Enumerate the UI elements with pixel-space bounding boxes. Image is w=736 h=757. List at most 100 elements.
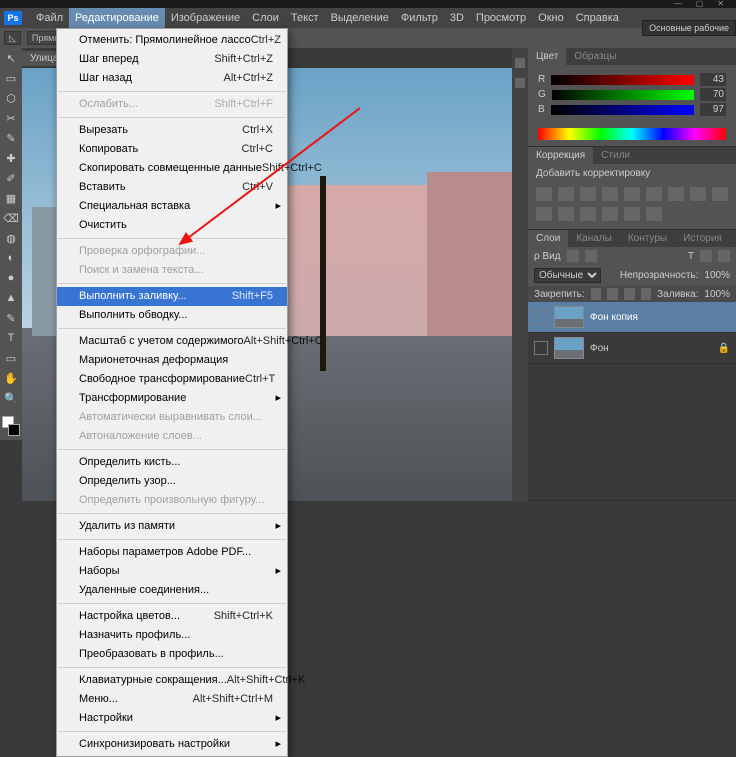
menu-файл[interactable]: Файл: [30, 8, 69, 28]
color-b-slider[interactable]: [551, 105, 694, 115]
tool-0[interactable]: ↖: [0, 48, 22, 68]
menuitem-выполнить-обводку-[interactable]: Выполнить обводку...: [57, 306, 287, 325]
lock-position-icon[interactable]: [624, 288, 635, 300]
tool-13[interactable]: ✎: [0, 308, 22, 328]
tool-17[interactable]: 🔍: [0, 388, 22, 408]
tab-history[interactable]: История: [675, 230, 730, 247]
menuitem-очистить[interactable]: Очистить: [57, 216, 287, 235]
adj-invert-icon[interactable]: [558, 207, 574, 221]
menu-текст[interactable]: Текст: [285, 8, 325, 28]
menuitem-синхронизировать-настройки[interactable]: Синхронизировать настройки: [57, 735, 287, 754]
color-r-value[interactable]: 43: [700, 73, 726, 86]
adj-vibrance-icon[interactable]: [624, 187, 640, 201]
filter-pixel-icon[interactable]: [567, 250, 579, 262]
menuitem-вставить[interactable]: ВставитьCtrl+V: [57, 178, 287, 197]
tool-14[interactable]: T: [0, 328, 22, 348]
menuitem-удаленные-соединения-[interactable]: Удаленные соединения...: [57, 581, 287, 600]
filter-adj-icon[interactable]: [585, 250, 597, 262]
menuitem-наборы[interactable]: Наборы: [57, 562, 287, 581]
layer-thumbnail[interactable]: [554, 306, 584, 328]
adj-photo-filter-icon[interactable]: [712, 187, 728, 201]
tab-adjustments[interactable]: Коррекция: [528, 147, 593, 164]
tab-styles[interactable]: Стили: [593, 147, 638, 164]
menuitem-отменить-прямолинейное-лассо[interactable]: Отменить: Прямолинейное лассоCtrl+Z: [57, 31, 287, 50]
adj-mixer-icon[interactable]: [690, 187, 706, 201]
menu-выделение[interactable]: Выделение: [325, 8, 395, 28]
menuitem-преобразовать-в-профиль-[interactable]: Преобразовать в профиль...: [57, 645, 287, 664]
tab-swatches[interactable]: Образцы: [566, 48, 624, 65]
layer-filter-label[interactable]: ρ Вид: [534, 251, 561, 262]
menuitem-шаг-вперед[interactable]: Шаг впередShift+Ctrl+Z: [57, 50, 287, 69]
menuitem-назначить-профиль-[interactable]: Назначить профиль...: [57, 626, 287, 645]
menu-фильтр[interactable]: Фильтр: [395, 8, 444, 28]
menuitem-настройка-цветов-[interactable]: Настройка цветов...Shift+Ctrl+K: [57, 607, 287, 626]
adj-hue-icon[interactable]: [646, 187, 662, 201]
adj-gradient-icon[interactable]: [624, 207, 640, 221]
fill-value[interactable]: 100%: [704, 289, 730, 300]
layer-visibility-icon[interactable]: [534, 341, 548, 355]
tab-channels[interactable]: Каналы: [568, 230, 620, 247]
blend-mode-select[interactable]: Обычные: [534, 268, 601, 283]
menu-3d[interactable]: 3D: [444, 8, 470, 28]
color-g-slider[interactable]: [552, 90, 694, 100]
tool-15[interactable]: ▭: [0, 348, 22, 368]
close-window-button[interactable]: ✕: [717, 0, 724, 8]
menuitem-специальная-вставка[interactable]: Специальная вставка: [57, 197, 287, 216]
menuitem-клавиатурные-сокращения-[interactable]: Клавиатурные сокращения...Alt+Shift+Ctrl…: [57, 671, 287, 690]
menuitem-марионеточная-деформация[interactable]: Марионеточная деформация: [57, 351, 287, 370]
menuitem-удалить-из-памяти[interactable]: Удалить из памяти: [57, 517, 287, 536]
tool-9[interactable]: ◍: [0, 228, 22, 248]
menuitem-свободное-трансформирование[interactable]: Свободное трансформированиеCtrl+T: [57, 370, 287, 389]
layer-row[interactable]: Фон🔒: [528, 333, 736, 364]
adj-threshold-icon[interactable]: [602, 207, 618, 221]
menu-окно[interactable]: Окно: [532, 8, 570, 28]
color-b-value[interactable]: 97: [700, 103, 726, 116]
adj-bw-icon[interactable]: [668, 187, 684, 201]
tool-7[interactable]: ▦: [0, 188, 22, 208]
workspace-switcher[interactable]: Основные рабочие: [642, 20, 736, 36]
menu-просмотр[interactable]: Просмотр: [470, 8, 532, 28]
menu-справка[interactable]: Справка: [570, 8, 625, 28]
hue-ramp[interactable]: [538, 128, 726, 140]
adj-curves-icon[interactable]: [580, 187, 596, 201]
background-swatch[interactable]: [8, 424, 20, 436]
layer-row[interactable]: Фон копия: [528, 302, 736, 333]
menuitem-шаг-назад[interactable]: Шаг назадAlt+Ctrl+Z: [57, 69, 287, 88]
menuitem-определить-кисть-[interactable]: Определить кисть...: [57, 453, 287, 472]
adj-exposure-icon[interactable]: [602, 187, 618, 201]
tool-preset-icon[interactable]: ◺: [4, 31, 21, 45]
collapsed-panel-strip[interactable]: [512, 48, 528, 501]
menuitem-наборы-параметров-adobe-pdf-[interactable]: Наборы параметров Adobe PDF...: [57, 543, 287, 562]
tab-color[interactable]: Цвет: [528, 48, 566, 65]
menuitem-определить-узор-[interactable]: Определить узор...: [57, 472, 287, 491]
menuitem-вырезать[interactable]: ВырезатьCtrl+X: [57, 121, 287, 140]
lock-pixels-icon[interactable]: [607, 288, 618, 300]
adj-levels-icon[interactable]: [558, 187, 574, 201]
filter-smart-icon[interactable]: [718, 250, 730, 262]
layer-thumbnail[interactable]: [554, 337, 584, 359]
menuitem-скопировать-совмещенные-данные[interactable]: Скопировать совмещенные данныеShift+Ctrl…: [57, 159, 287, 178]
adj-posterize-icon[interactable]: [580, 207, 596, 221]
menu-редактирование[interactable]: Редактирование: [69, 8, 165, 28]
menuitem-настройки[interactable]: Настройки: [57, 709, 287, 728]
tab-layers[interactable]: Слои: [528, 230, 568, 247]
lock-transparency-icon[interactable]: [591, 288, 602, 300]
menu-слои[interactable]: Слои: [246, 8, 285, 28]
menuitem-выполнить-заливку-[interactable]: Выполнить заливку...Shift+F5: [57, 287, 287, 306]
tool-12[interactable]: ▲: [0, 288, 22, 308]
tool-11[interactable]: ●: [0, 268, 22, 288]
menu-изображение[interactable]: Изображение: [165, 8, 246, 28]
tool-3[interactable]: ✂: [0, 108, 22, 128]
adj-selective-icon[interactable]: [646, 207, 662, 221]
menuitem-копировать[interactable]: КопироватьCtrl+C: [57, 140, 287, 159]
minimize-window-button[interactable]: —: [674, 0, 682, 8]
menuitem-масштаб-с-учетом-содержимого[interactable]: Масштаб с учетом содержимогоAlt+Shift+Ct…: [57, 332, 287, 351]
tool-16[interactable]: ✋: [0, 368, 22, 388]
tool-2[interactable]: ⬡: [0, 88, 22, 108]
filter-shape-icon[interactable]: [700, 250, 712, 262]
adj-brightness-icon[interactable]: [536, 187, 552, 201]
tool-8[interactable]: ⌫: [0, 208, 22, 228]
color-g-value[interactable]: 70: [700, 88, 726, 101]
layer-visibility-icon[interactable]: [534, 310, 548, 324]
tool-1[interactable]: ▭: [0, 68, 22, 88]
